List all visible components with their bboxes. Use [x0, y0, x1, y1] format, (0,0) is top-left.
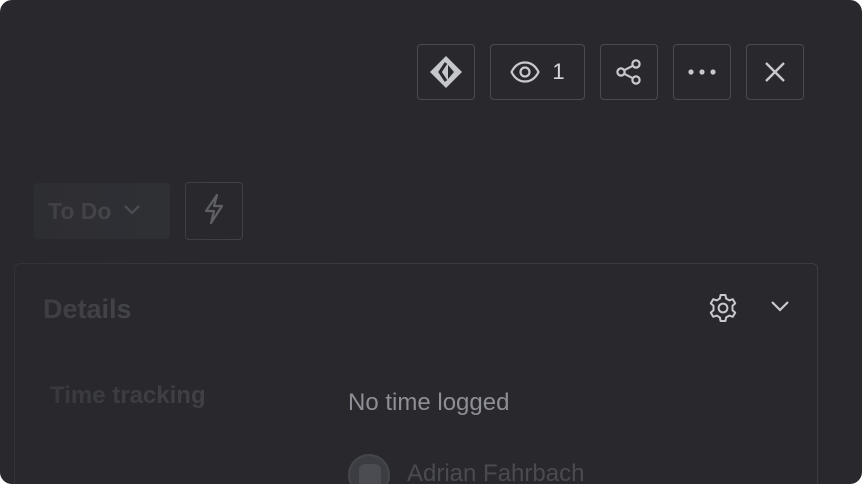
status-dropdown[interactable]: To Do [34, 183, 170, 239]
avatar [348, 454, 390, 484]
watchers-count: 1 [552, 59, 565, 84]
details-collapse-button[interactable] [770, 299, 790, 317]
more-dots-icon [687, 68, 717, 76]
time-tracking-label: Time tracking [50, 382, 206, 409]
status-label: To Do [48, 197, 112, 224]
time-tracking-value[interactable]: No time logged [348, 389, 509, 417]
share-button[interactable] [600, 44, 658, 100]
eye-icon [510, 61, 541, 83]
chevron-down-icon [111, 202, 141, 220]
details-settings-button[interactable] [708, 293, 738, 328]
chevron-down-icon [770, 299, 790, 316]
issue-view-panel: 1 To Do Details Time tracking No time lo… [0, 0, 862, 484]
more-actions-button[interactable] [673, 44, 731, 100]
dev-tools-button[interactable] [417, 44, 475, 100]
assignee-name[interactable]: Adrian Fahrbach [407, 460, 584, 484]
details-panel: Details Time tracking No time logged Adr… [14, 263, 818, 484]
lightning-icon [202, 193, 226, 230]
automation-button[interactable] [185, 182, 243, 240]
close-icon [763, 60, 787, 84]
share-icon [615, 58, 643, 86]
details-title: Details [43, 294, 132, 324]
gear-icon [708, 294, 738, 327]
dev-diamond-icon [429, 55, 463, 89]
close-button[interactable] [746, 44, 804, 100]
avatar-figure-icon [359, 464, 381, 484]
watch-button[interactable]: 1 [490, 44, 585, 100]
